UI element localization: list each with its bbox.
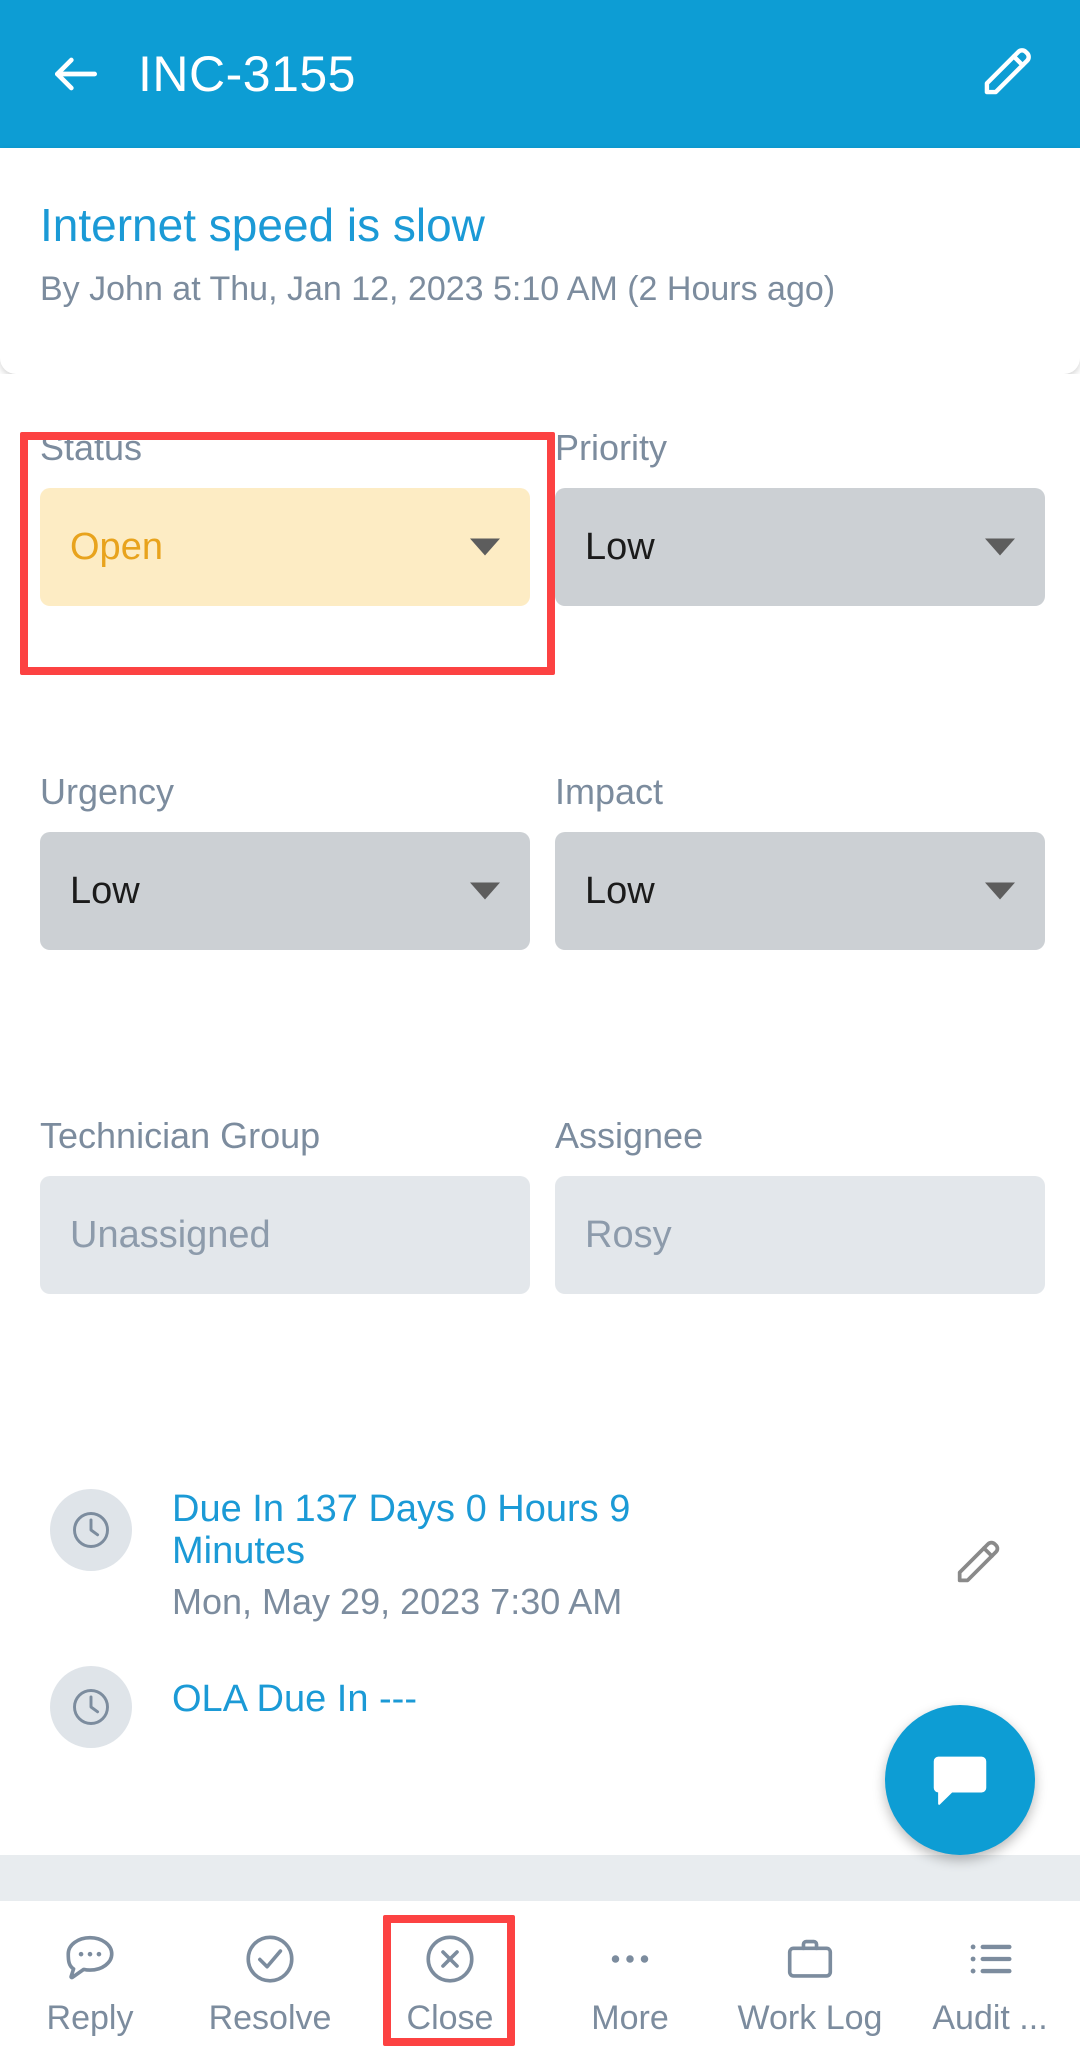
- field-label-urgency: Urgency: [40, 771, 175, 812]
- action-audit[interactable]: Audit ...: [900, 1901, 1080, 2035]
- assignee-input[interactable]: Rosy: [555, 1176, 1045, 1294]
- sla-ola-row[interactable]: OLA Due In ---: [50, 1666, 417, 1748]
- action-resolve[interactable]: Resolve: [180, 1901, 360, 2035]
- sla-due-in-row[interactable]: Due In 137 Days 0 Hours 9 Minutes Mon, M…: [50, 1488, 692, 1622]
- chevron-down-icon: [985, 538, 1015, 556]
- ellipsis-icon: [611, 1955, 649, 1963]
- chat-fab-button[interactable]: [885, 1705, 1035, 1855]
- action-label-audit: Audit ...: [932, 1999, 1048, 2037]
- chevron-down-icon: [985, 882, 1015, 900]
- back-button[interactable]: [28, 26, 124, 122]
- action-work-log[interactable]: Work Log: [720, 1901, 900, 2035]
- sla-due-in-text: Due In 137 Days 0 Hours 9 Minutes: [172, 1488, 631, 1572]
- app-screen: INC-3155 Internet speed is slow By John …: [0, 0, 1080, 2072]
- field-label-impact: Impact: [555, 771, 664, 812]
- field-label-assignee: Assignee: [555, 1115, 704, 1156]
- action-label-more: More: [591, 1999, 669, 2037]
- briefcase-icon: [787, 1939, 833, 1978]
- pencil-icon: [984, 48, 1031, 95]
- action-close[interactable]: Close: [360, 1901, 540, 2035]
- action-label-work-log: Work Log: [737, 1999, 883, 2037]
- priority-dropdown[interactable]: Low: [555, 488, 1045, 606]
- action-label-close: Close: [406, 1999, 494, 2037]
- edit-due-date-button[interactable]: [944, 1532, 1008, 1596]
- app-bar: INC-3155: [0, 0, 1080, 148]
- bottom-divider-strip: [0, 1855, 1080, 1901]
- check-circle-icon: [246, 1935, 294, 1983]
- impact-dropdown[interactable]: Low: [555, 832, 1045, 950]
- technician-group-input[interactable]: Unassigned: [40, 1176, 530, 1294]
- field-label-technician-group: Technician Group: [40, 1115, 321, 1156]
- field-priority: Priority Low: [555, 430, 1045, 606]
- ticket-title: Internet speed is slow: [40, 199, 485, 251]
- technician-group-value: Unassigned: [70, 1214, 271, 1256]
- page-title: INC-3155: [138, 46, 356, 102]
- field-urgency: Urgency Low: [40, 774, 530, 950]
- arrow-left-icon: [55, 57, 97, 91]
- chat-bubble-icon: [933, 1756, 987, 1805]
- status-value: Open: [70, 526, 163, 568]
- action-more[interactable]: More: [540, 1901, 720, 2035]
- list-icon: [970, 1944, 1012, 1974]
- clock-icon: [50, 1666, 132, 1748]
- status-dropdown[interactable]: Open: [40, 488, 530, 606]
- action-reply[interactable]: Reply: [0, 1901, 180, 2035]
- field-assignee: Assignee Rosy: [555, 1118, 1045, 1294]
- field-label-status: Status: [40, 427, 143, 468]
- sla-ola-text: OLA Due In ---: [172, 1678, 417, 1720]
- impact-value: Low: [585, 870, 655, 912]
- field-technician-group: Technician Group Unassigned: [40, 1118, 530, 1294]
- assignee-value: Rosy: [585, 1214, 672, 1256]
- ticket-header-card: Internet speed is slow By John at Thu, J…: [0, 148, 1080, 374]
- chevron-down-icon: [470, 538, 500, 556]
- urgency-value: Low: [70, 870, 140, 912]
- action-label-reply: Reply: [46, 1999, 134, 2037]
- field-impact: Impact Low: [555, 774, 1045, 950]
- ticket-meta: By John at Thu, Jan 12, 2023 5:10 AM (2 …: [40, 269, 836, 308]
- urgency-dropdown[interactable]: Low: [40, 832, 530, 950]
- clock-icon: [50, 1489, 132, 1571]
- edit-ticket-button[interactable]: [966, 35, 1044, 113]
- priority-value: Low: [585, 526, 655, 568]
- sla-due-date: Mon, May 29, 2023 7:30 AM: [172, 1580, 623, 1622]
- chevron-down-icon: [470, 882, 500, 900]
- chat-dots-icon: [66, 1935, 114, 1980]
- bottom-action-bar: Reply Resolve Close More Work Log Audit …: [0, 1901, 1080, 2072]
- ticket-fields: Status Open Priority Low Urgency Low Imp…: [0, 374, 1080, 1855]
- x-circle-icon: [426, 1935, 474, 1983]
- field-status: Status Open: [40, 430, 530, 606]
- pencil-icon: [957, 1540, 1000, 1583]
- action-label-resolve: Resolve: [208, 1999, 332, 2037]
- field-label-priority: Priority: [555, 427, 668, 468]
